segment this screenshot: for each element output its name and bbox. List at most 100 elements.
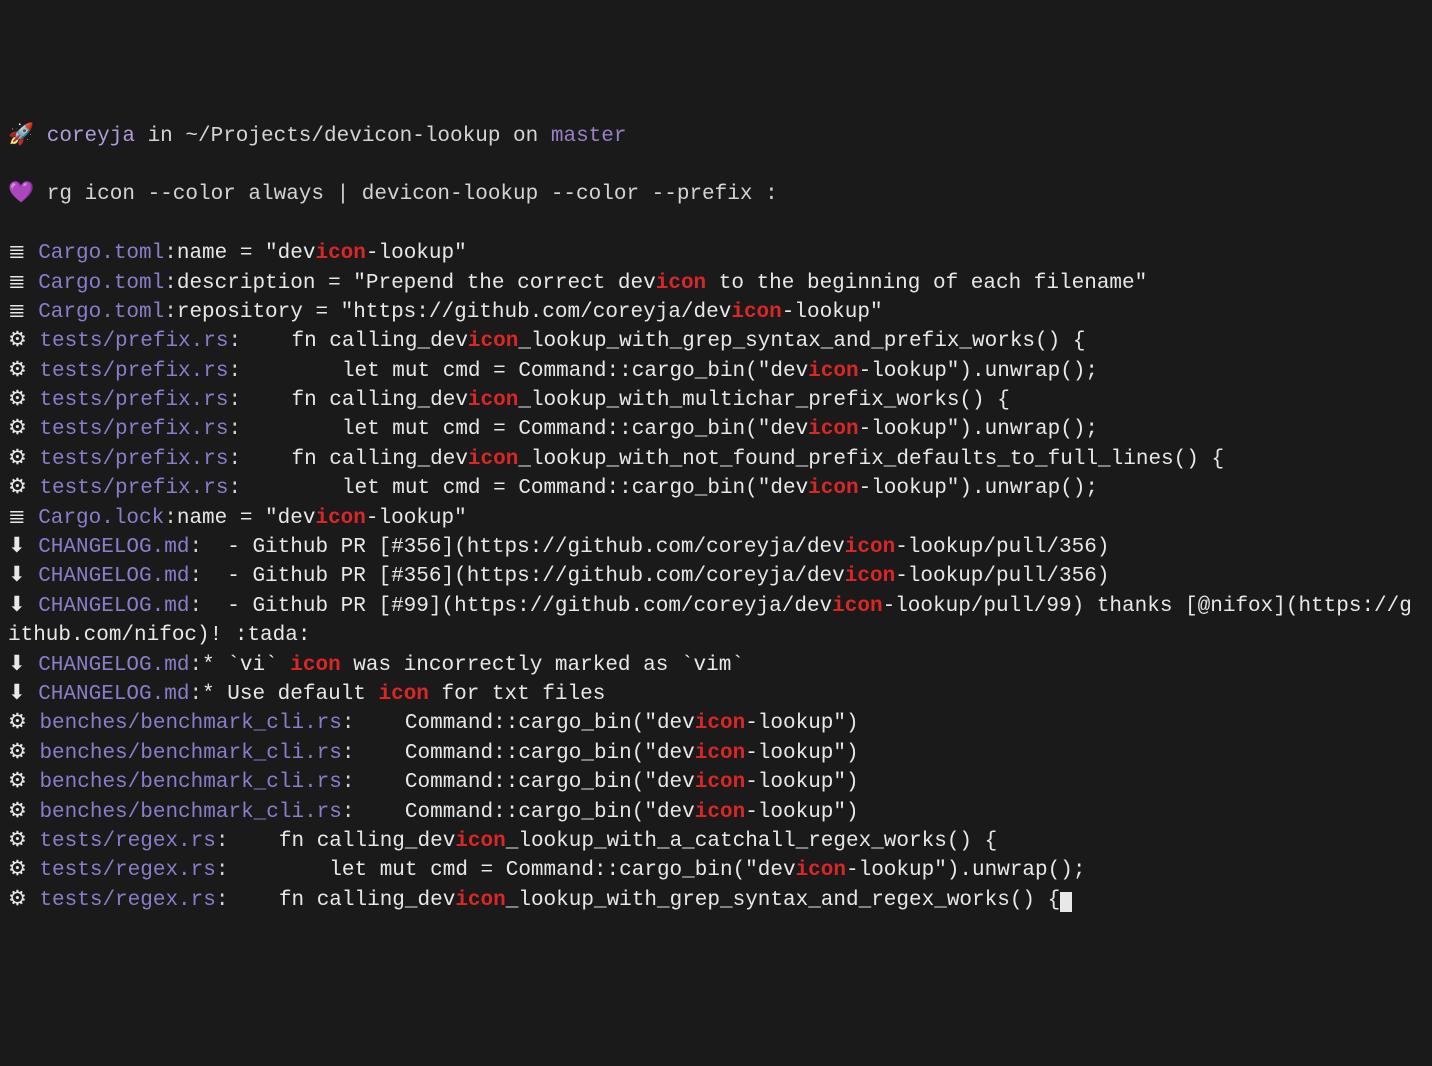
match-highlight: icon bbox=[315, 507, 365, 530]
output-line: ⚙ tests/prefix.rs: let mut cmd = Command… bbox=[8, 357, 1424, 386]
output-line: ⬇ CHANGELOG.md: - Github PR [#356](https… bbox=[8, 533, 1424, 562]
line-content: -lookup" bbox=[366, 242, 467, 265]
md-icon: ⬇ bbox=[8, 595, 38, 618]
filename: benches/benchmark_cli.rs bbox=[39, 771, 341, 794]
match-highlight: icon bbox=[468, 330, 518, 353]
output-line: ⚙ tests/prefix.rs: let mut cmd = Command… bbox=[8, 415, 1424, 444]
separator: : bbox=[342, 801, 355, 824]
filename: benches/benchmark_cli.rs bbox=[39, 712, 341, 735]
match-highlight: icon bbox=[315, 242, 365, 265]
prompt-path: ~/Projects/devicon-lookup bbox=[185, 125, 500, 148]
filename: Cargo.toml bbox=[38, 272, 164, 295]
line-content: fn calling_dev bbox=[241, 389, 468, 412]
line-content: Command::cargo_bin("dev bbox=[355, 712, 695, 735]
filename: tests/prefix.rs bbox=[39, 418, 228, 441]
line-content: -lookup") bbox=[745, 801, 858, 824]
prompt-on: on bbox=[500, 125, 550, 148]
line-content: -lookup" bbox=[366, 507, 467, 530]
match-highlight: icon bbox=[468, 389, 518, 412]
rust-icon: ⚙ bbox=[8, 712, 39, 735]
output-line: ⚙ benches/benchmark_cli.rs: Command::car… bbox=[8, 798, 1424, 827]
separator: : bbox=[228, 330, 241, 353]
filename: tests/regex.rs bbox=[39, 830, 215, 853]
filename: tests/prefix.rs bbox=[39, 477, 228, 500]
match-highlight: icon bbox=[845, 565, 895, 588]
line-content: was incorrectly marked as `vim` bbox=[341, 654, 744, 677]
line-content: -lookup") bbox=[745, 742, 858, 765]
line-content: -lookup").unwrap(); bbox=[859, 360, 1098, 383]
line-content: - Github PR [#356](https://github.com/co… bbox=[202, 565, 845, 588]
separator: : bbox=[164, 507, 177, 530]
rust-icon: ⚙ bbox=[8, 859, 39, 882]
filename: Cargo.lock bbox=[38, 507, 164, 530]
match-highlight: icon bbox=[695, 801, 745, 824]
line-content: _lookup_with_multichar_prefix_works() { bbox=[518, 389, 1009, 412]
filename: CHANGELOG.md bbox=[38, 536, 189, 559]
filename: tests/regex.rs bbox=[39, 889, 215, 912]
match-highlight: icon bbox=[455, 830, 505, 853]
prompt-command: rg icon --color always | devicon-lookup … bbox=[47, 183, 778, 206]
rust-icon: ⚙ bbox=[8, 801, 39, 824]
heart-icon: 💜 bbox=[8, 183, 47, 206]
rocket-icon: 🚀 bbox=[8, 125, 47, 148]
match-highlight: icon bbox=[455, 889, 505, 912]
filename: CHANGELOG.md bbox=[38, 683, 189, 706]
separator: : bbox=[164, 301, 177, 324]
match-highlight: icon bbox=[845, 536, 895, 559]
line-content: fn calling_dev bbox=[241, 448, 468, 471]
line-content: - Github PR [#99](https://github.com/cor… bbox=[202, 595, 832, 618]
rust-icon: ⚙ bbox=[8, 889, 39, 912]
separator: : bbox=[216, 859, 229, 882]
line-content: fn calling_dev bbox=[241, 330, 468, 353]
line-content: let mut cmd = Command::cargo_bin("dev bbox=[228, 859, 795, 882]
line-content: description = "Prepend the correct dev bbox=[177, 272, 656, 295]
filename: tests/regex.rs bbox=[39, 859, 215, 882]
filename: tests/prefix.rs bbox=[39, 360, 228, 383]
line-content: * Use default bbox=[202, 683, 378, 706]
separator: : bbox=[342, 712, 355, 735]
line-content: to the beginning of each filename" bbox=[706, 272, 1147, 295]
match-highlight: icon bbox=[808, 418, 858, 441]
line-content: let mut cmd = Command::cargo_bin("dev bbox=[241, 477, 808, 500]
config-icon: ≣ bbox=[8, 507, 38, 530]
rust-icon: ⚙ bbox=[8, 330, 39, 353]
md-icon: ⬇ bbox=[8, 654, 38, 677]
output-line: ⚙ tests/prefix.rs: let mut cmd = Command… bbox=[8, 474, 1424, 503]
line-content: name = "dev bbox=[177, 242, 316, 265]
rust-icon: ⚙ bbox=[8, 418, 39, 441]
separator: : bbox=[216, 830, 229, 853]
separator: : bbox=[164, 272, 177, 295]
output-line: ⚙ tests/prefix.rs: fn calling_devicon_lo… bbox=[8, 327, 1424, 356]
match-highlight: icon bbox=[796, 859, 846, 882]
line-content: _lookup_with_grep_syntax_and_regex_works… bbox=[506, 889, 1061, 912]
prompt-line-2[interactable]: 💜 rg icon --color always | devicon-looku… bbox=[8, 180, 1424, 209]
separator: : bbox=[164, 242, 177, 265]
output-line: ≣ Cargo.toml:repository = "https://githu… bbox=[8, 298, 1424, 327]
line-content: -lookup").unwrap(); bbox=[859, 418, 1098, 441]
rust-icon: ⚙ bbox=[8, 389, 39, 412]
line-content: let mut cmd = Command::cargo_bin("dev bbox=[241, 360, 808, 383]
separator: : bbox=[342, 742, 355, 765]
line-content: fn calling_dev bbox=[228, 830, 455, 853]
filename: CHANGELOG.md bbox=[38, 595, 189, 618]
line-content: -lookup").unwrap(); bbox=[859, 477, 1098, 500]
prompt-user: coreyja bbox=[47, 125, 135, 148]
line-content: _lookup_with_not_found_prefix_defaults_t… bbox=[518, 448, 1224, 471]
output-line: ⚙ tests/regex.rs: fn calling_devicon_loo… bbox=[8, 827, 1424, 856]
filename: benches/benchmark_cli.rs bbox=[39, 801, 341, 824]
output-line: ⚙ tests/regex.rs: fn calling_devicon_loo… bbox=[8, 886, 1424, 915]
rust-icon: ⚙ bbox=[8, 477, 39, 500]
filename: Cargo.toml bbox=[38, 301, 164, 324]
prompt-branch: master bbox=[551, 125, 627, 148]
filename: CHANGELOG.md bbox=[38, 565, 189, 588]
filename: Cargo.toml bbox=[38, 242, 164, 265]
cursor bbox=[1060, 892, 1072, 912]
line-content: name = "dev bbox=[177, 507, 316, 530]
separator: : bbox=[228, 477, 241, 500]
md-icon: ⬇ bbox=[8, 565, 38, 588]
match-highlight: icon bbox=[290, 654, 340, 677]
match-highlight: icon bbox=[695, 742, 745, 765]
output-line: ⬇ CHANGELOG.md:* Use default icon for tx… bbox=[8, 680, 1424, 709]
output-line: ⬇ CHANGELOG.md: - Github PR [#356](https… bbox=[8, 562, 1424, 591]
filename: tests/prefix.rs bbox=[39, 389, 228, 412]
